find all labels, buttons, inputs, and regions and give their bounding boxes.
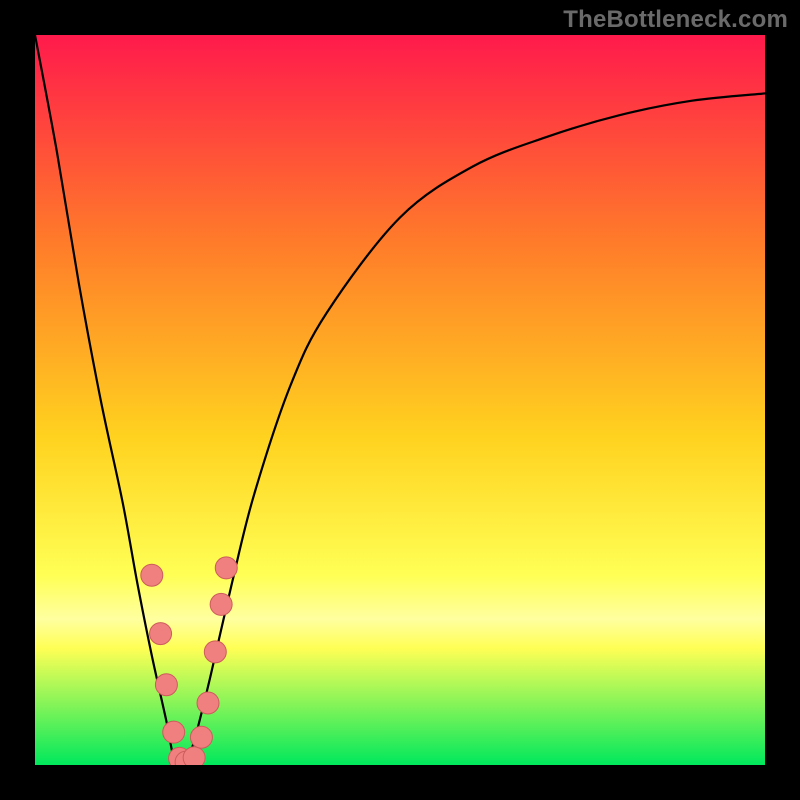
data-point xyxy=(183,747,205,765)
gradient-background xyxy=(35,35,765,765)
chart-frame: TheBottleneck.com xyxy=(0,0,800,800)
data-point xyxy=(155,674,177,696)
plot-area xyxy=(35,35,765,765)
data-point xyxy=(197,692,219,714)
chart-svg xyxy=(35,35,765,765)
data-point xyxy=(163,721,185,743)
data-point xyxy=(190,726,212,748)
watermark-text: TheBottleneck.com xyxy=(563,6,788,34)
data-point xyxy=(141,564,163,586)
data-point xyxy=(215,557,237,579)
data-point xyxy=(210,593,232,615)
data-point xyxy=(150,623,172,645)
data-point xyxy=(204,641,226,663)
